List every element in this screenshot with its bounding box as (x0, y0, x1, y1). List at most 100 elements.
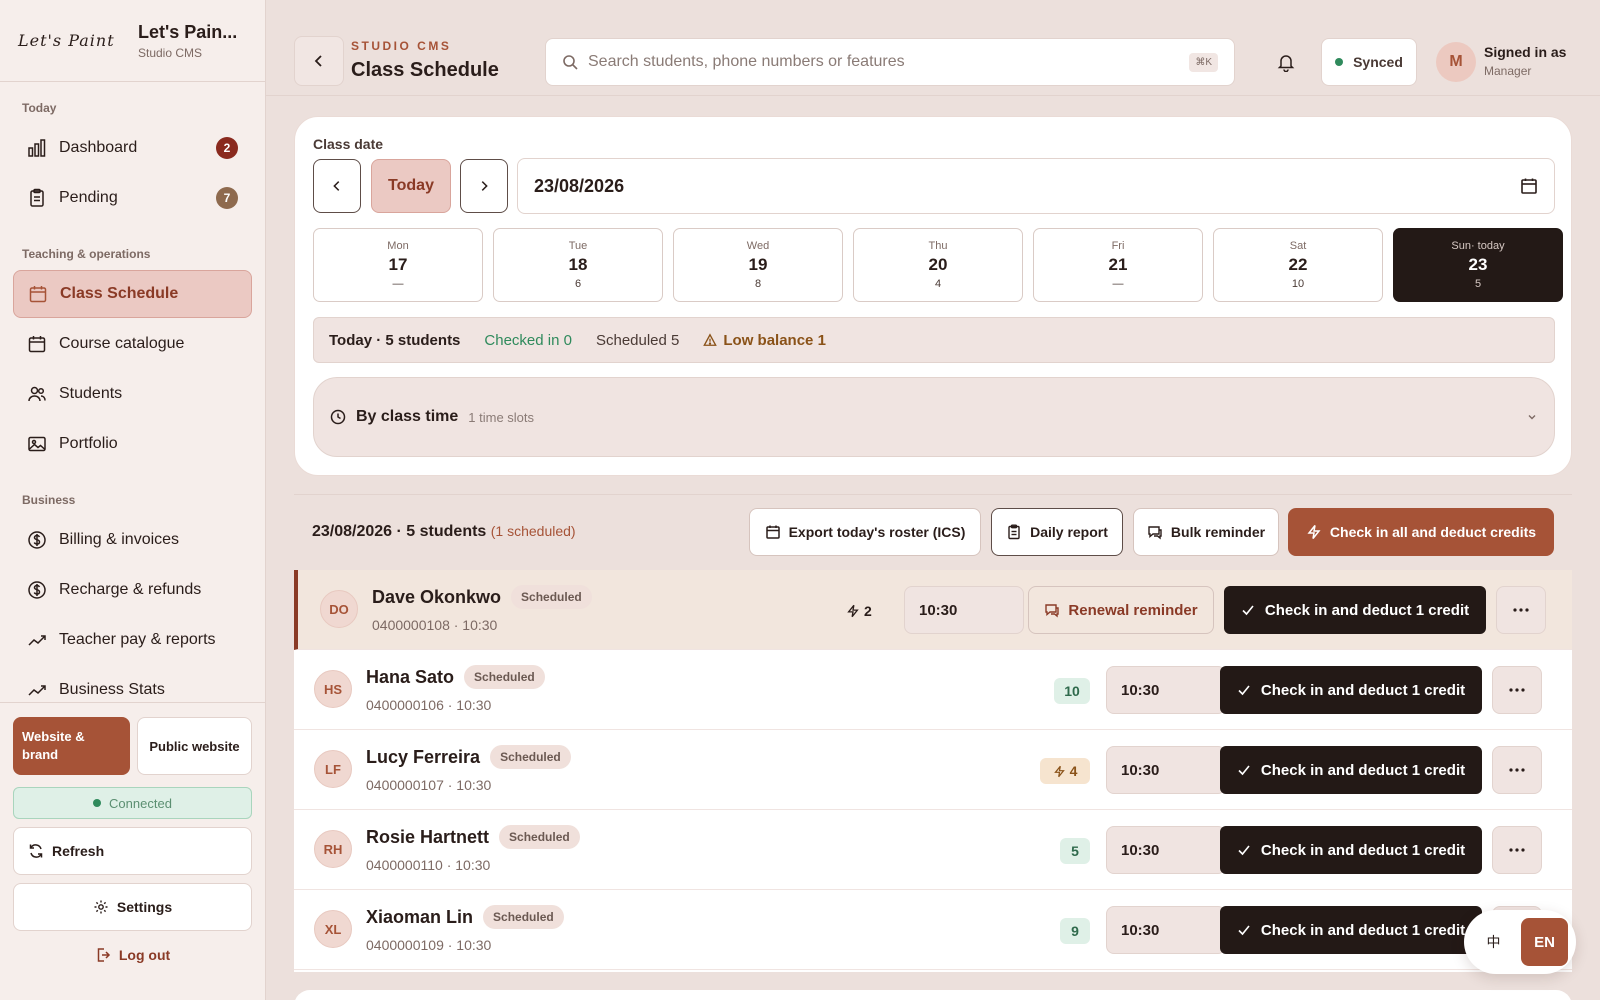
sidebar-item-pending[interactable]: Pending 7 (13, 174, 252, 222)
signed-in-label: Signed in as (1484, 44, 1567, 60)
avatar[interactable]: M (1436, 42, 1476, 82)
page-eyebrow: STUDIO CMS (351, 39, 452, 53)
credit-value: 2 (864, 603, 872, 619)
export-roster-button[interactable]: Export today's roster (ICS) (749, 508, 981, 556)
dollar-icon (28, 581, 46, 599)
website-brand-button[interactable]: Website & brand (13, 717, 130, 775)
nav-section-business: Business (22, 493, 76, 507)
roster-list: DO Dave Okonkwo Scheduled 0400000108 · 1… (294, 570, 1572, 972)
check-in-label: Check in and deduct 1 credit (1260, 681, 1466, 699)
day-fri[interactable]: Fri 21 — (1033, 228, 1203, 302)
gear-icon (94, 900, 108, 914)
connection-status: Connected (13, 787, 252, 819)
time-field[interactable]: 10:30 (1106, 666, 1226, 714)
time-field[interactable]: 10:30 (1106, 906, 1226, 954)
prev-day-button[interactable] (313, 159, 361, 213)
sidebar-item-class-schedule[interactable]: Class Schedule (13, 270, 252, 318)
more-options-button[interactable] (1492, 826, 1542, 874)
lang-en-button[interactable]: EN (1521, 918, 1568, 966)
today-button[interactable]: Today (371, 159, 451, 213)
back-button[interactable] (294, 36, 344, 86)
message-icon (1045, 604, 1060, 618)
roster-title: 23/08/2026 · 5 students (1 scheduled) (312, 523, 576, 541)
chevron-down-icon (1528, 415, 1536, 420)
brand[interactable]: Let's Paint Let's Pain... Studio CMS (0, 0, 265, 82)
sidebar-item-label: Recharge & refunds (59, 581, 202, 598)
sidebar-item-dashboard[interactable]: Dashboard 2 (13, 124, 252, 172)
student-name[interactable]: Dave Okonkwo (372, 587, 501, 608)
slots-count: 1 time slots (468, 409, 535, 425)
student-name[interactable]: Xiaoman Lin (366, 907, 473, 928)
next-day-button[interactable] (460, 159, 508, 213)
day-sun-selected[interactable]: Sun· today 23 5 (1393, 228, 1563, 302)
time-field[interactable]: 10:30 (1106, 826, 1226, 874)
status-dot (93, 799, 102, 807)
day-mon[interactable]: Mon 17 — (313, 228, 483, 302)
sidebar-item-billing[interactable]: Billing & invoices (13, 516, 252, 564)
student-name[interactable]: Lucy Ferreira (366, 747, 480, 768)
search-bar[interactable]: ⌘K (545, 38, 1235, 86)
week-strip: Mon 17 — Tue 18 6 Wed 19 8 Thu 20 4 Fri … (313, 228, 1563, 302)
check-in-button[interactable]: Check in and deduct 1 credit (1220, 906, 1482, 954)
more-options-button[interactable] (1492, 666, 1542, 714)
dollar-icon (28, 531, 46, 549)
public-website-button[interactable]: Public website (137, 717, 252, 775)
search-icon (563, 55, 578, 70)
sidebar: Let's Paint Let's Pain... Studio CMS Tod… (0, 0, 266, 1000)
daily-report-button[interactable]: Daily report (991, 508, 1123, 556)
settings-button[interactable]: Settings (13, 883, 252, 931)
day-date: 21 (1108, 255, 1128, 274)
language-switcher: 中 EN (1464, 910, 1576, 974)
user-info[interactable]: Signed in as Manager (1484, 44, 1566, 78)
student-name[interactable]: Rosie Hartnett (366, 827, 489, 848)
day-wed[interactable]: Wed 19 8 (673, 228, 843, 302)
date-panel: Class date Today 23/08/2026 Mon 17 — Tue… (294, 116, 1572, 476)
check-in-button[interactable]: Check in and deduct 1 credit (1220, 746, 1482, 794)
day-date: 17 (388, 255, 408, 274)
more-options-button[interactable] (1496, 586, 1546, 634)
time-field[interactable]: 10:30 (904, 586, 1024, 634)
renewal-reminder-button[interactable]: Renewal reminder (1028, 586, 1214, 634)
summary-today: Today · 5 students (329, 331, 461, 349)
roster-scheduled-note: (1 scheduled) (490, 523, 576, 539)
refresh-button[interactable]: Refresh (13, 827, 252, 875)
sidebar-item-teacher-pay[interactable]: Teacher pay & reports (13, 616, 252, 664)
sidebar-item-label: Students (59, 385, 123, 402)
bulk-reminder-button[interactable]: Bulk reminder (1133, 508, 1279, 556)
sidebar-item-label: Teacher pay & reports (59, 631, 216, 648)
logout-button[interactable]: Log out (13, 947, 252, 963)
sidebar-item-label: Portfolio (59, 435, 118, 452)
time-field[interactable]: 10:30 (1106, 746, 1226, 794)
student-phone-time: 0400000107 · 10:30 (366, 777, 492, 793)
search-input[interactable] (588, 53, 1180, 71)
date-value: 23/08/2026 (534, 175, 625, 196)
sidebar-item-students[interactable]: Students (13, 370, 252, 418)
logout-label: Log out (118, 947, 171, 963)
notifications-button[interactable] (1276, 52, 1296, 72)
bolt-icon (1307, 525, 1321, 539)
trend-icon (28, 685, 46, 696)
check-in-all-button[interactable]: Check in all and deduct credits (1288, 508, 1554, 556)
calendar-icon[interactable] (1520, 177, 1538, 195)
student-name[interactable]: Hana Sato (366, 667, 454, 688)
sidebar-item-course-catalogue[interactable]: Course catalogue (13, 320, 252, 368)
student-avatar: HS (314, 670, 352, 708)
sidebar-footer: Website & brand Public website Connected… (0, 702, 265, 963)
student-phone-time: 0400000110 · 10:30 (366, 857, 491, 873)
day-sat[interactable]: Sat 22 10 (1213, 228, 1383, 302)
day-thu[interactable]: Thu 20 4 (853, 228, 1023, 302)
check-in-button[interactable]: Check in and deduct 1 credit (1224, 586, 1486, 634)
sidebar-item-recharge[interactable]: Recharge & refunds (13, 566, 252, 614)
day-tue[interactable]: Tue 18 6 (493, 228, 663, 302)
lang-zh-button[interactable]: 中 (1472, 918, 1515, 966)
more-options-button[interactable] (1492, 746, 1542, 794)
check-in-button[interactable]: Check in and deduct 1 credit (1220, 666, 1482, 714)
check-in-button[interactable]: Check in and deduct 1 credit (1220, 826, 1482, 874)
summary-low-balance: Low balance 1 (703, 332, 826, 349)
sync-status[interactable]: Synced (1321, 38, 1417, 86)
brand-name: Let's Pain... (138, 21, 238, 42)
time-slots-accordion[interactable]: By class time 1 time slots (313, 377, 1555, 457)
bar-chart-icon (28, 139, 46, 157)
date-field[interactable]: 23/08/2026 (517, 158, 1555, 214)
sidebar-item-portfolio[interactable]: Portfolio (13, 420, 252, 468)
